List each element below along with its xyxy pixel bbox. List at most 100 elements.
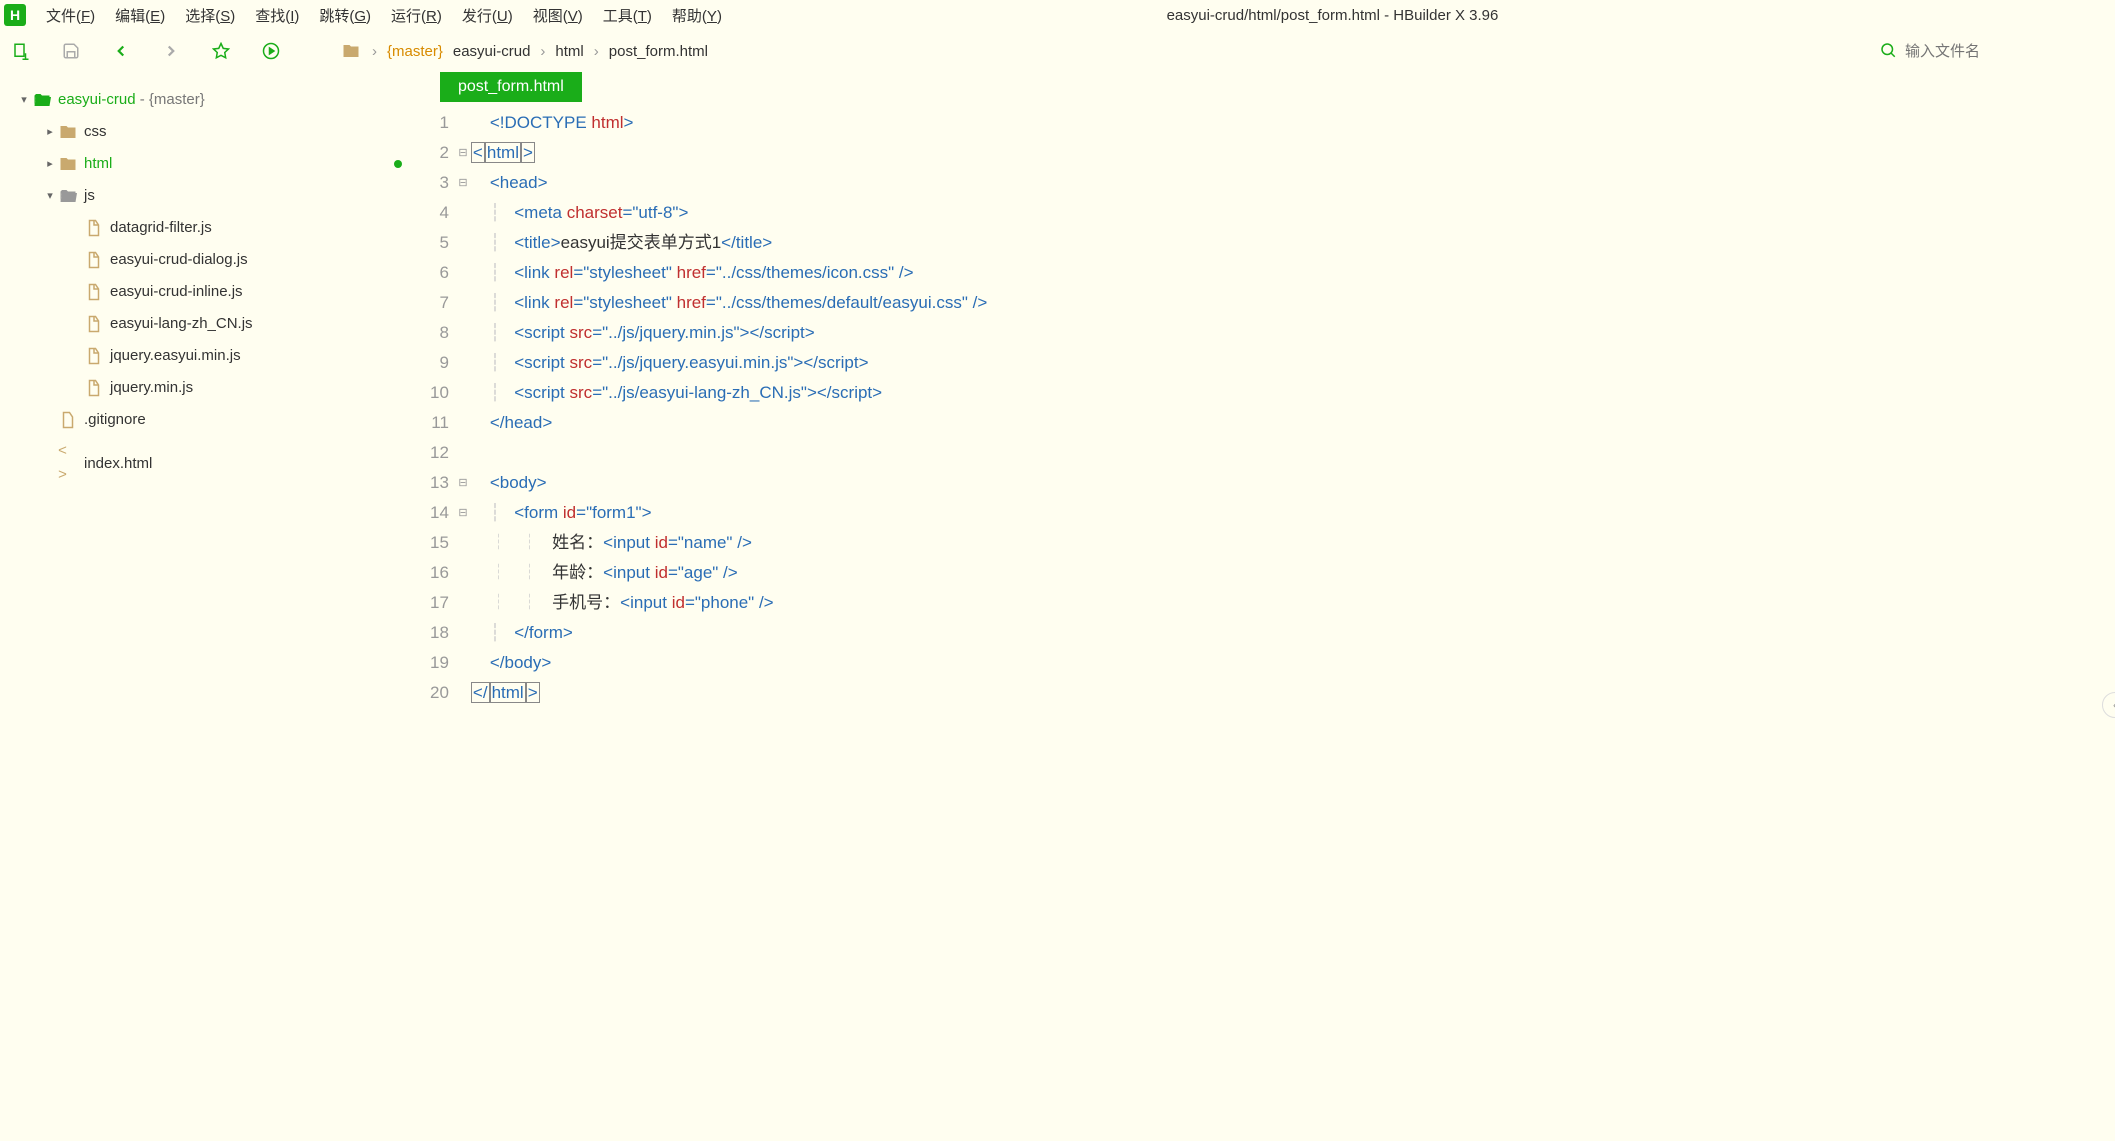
code-line[interactable]: ┆ <link rel="stylesheet" href="../css/th… [471,258,987,288]
menu-bar: H 文件(F)编辑(E)选择(S)查找(I)跳转(G)运行(R)发行(U)视图(… [0,0,2115,30]
line-number: 8 [430,318,449,348]
file-icon [84,347,104,365]
tree-item[interactable]: jquery.min.js [0,372,420,404]
search-input[interactable] [1905,43,2105,60]
menu-t[interactable]: 工具(T) [593,2,662,29]
tree-item[interactable]: ▾js [0,180,420,212]
code-line[interactable]: ┆ <script src="../js/jquery.min.js"></sc… [471,318,987,348]
code-line[interactable]: <!DOCTYPE html> [471,108,987,138]
code-line[interactable]: ┆ <script src="../js/jquery.easyui.min.j… [471,348,987,378]
code-line[interactable]: ┆ </form> [471,618,987,648]
tree-caret-icon[interactable]: ▾ [42,184,58,208]
code-line[interactable]: ┆ <link rel="stylesheet" href="../css/th… [471,288,987,318]
line-number: 7 [430,288,449,318]
forward-icon[interactable] [160,40,182,62]
file-icon [84,251,104,269]
menu-y[interactable]: 帮助(Y) [662,2,732,29]
new-file-icon[interactable] [10,40,32,62]
menu-r[interactable]: 运行(R) [381,2,452,29]
menu-i[interactable]: 查找(I) [245,2,309,29]
file-icon [84,379,104,397]
fold-toggle-icon[interactable]: ⊟ [458,177,467,189]
line-number: 16 [430,558,449,588]
line-number: 19 [430,648,449,678]
tree-item[interactable]: ▸css [0,116,420,148]
folder-open-dim-icon [58,187,78,205]
tree-label: easyui-crud-inline.js [110,280,243,304]
chevron-right-icon: › [540,43,545,60]
tree-item[interactable]: ▾easyui-crud - {master} [0,84,420,116]
code-line[interactable] [471,438,987,468]
breadcrumb-seg-1[interactable]: html [555,43,583,60]
search-icon [1879,41,1897,62]
menu-s[interactable]: 选择(S) [175,2,245,29]
modified-indicator-icon [394,160,402,168]
tree-item[interactable]: .gitignore [0,404,420,436]
tab-strip: post_form.html [420,72,2115,102]
tree-item[interactable]: ▸ html [0,148,420,180]
file-explorer[interactable]: ▾easyui-crud - {master}▸css▸html▾jsdatag… [0,72,420,1141]
code-content[interactable]: <!DOCTYPE html><html> <head> ┆ <meta cha… [471,108,987,1141]
tree-item[interactable]: datagrid-filter.js [0,212,420,244]
code-line[interactable]: ┆ ┆ 姓名：<input id="name" /> [471,528,987,558]
fold-toggle-icon[interactable]: ⊟ [458,147,467,159]
file-search[interactable] [1879,41,2105,62]
file-icon [84,283,104,301]
line-number: 6 [430,258,449,288]
line-number: 11 [430,408,449,438]
back-icon[interactable] [110,40,132,62]
code-line[interactable]: </head> [471,408,987,438]
code-editor[interactable]: 1234567891011121314151617181920 ⊟⊟ ⊟⊟ <!… [420,102,2115,1141]
line-number: 9 [430,348,449,378]
tree-item[interactable]: easyui-crud-dialog.js [0,244,420,276]
code-line[interactable]: <head> [471,168,987,198]
breadcrumb-branch[interactable]: {master} [387,43,443,60]
file-icon [84,315,104,333]
tree-caret-icon[interactable]: ▸ [42,152,58,176]
app-logo-icon: H [4,4,26,26]
code-line[interactable]: ┆ <form id="form1"> [471,498,987,528]
menu-e[interactable]: 编辑(E) [105,2,175,29]
breadcrumb-seg-0[interactable]: easyui-crud [453,43,531,60]
tree-item[interactable]: jquery.easyui.min.js [0,340,420,372]
fold-toggle-icon[interactable]: ⊟ [458,477,467,489]
star-icon[interactable] [210,40,232,62]
folder-closed-icon [58,123,78,141]
fold-gutter[interactable]: ⊟ ⊟ ⊟ ⊟ [455,108,471,1141]
window-title: easyui-crud/html/post_form.html - HBuild… [1167,7,1679,24]
line-number: 1 [430,108,449,138]
file-code-icon: < > [58,440,78,488]
tree-label: jquery.easyui.min.js [110,344,241,368]
menu-v[interactable]: 视图(V) [523,2,593,29]
tree-item[interactable]: easyui-lang-zh_CN.js [0,308,420,340]
file-doc-icon [58,411,78,429]
tree-label: .gitignore [84,408,146,432]
code-line[interactable]: ┆ <title>easyui提交表单方式1</title> [471,228,987,258]
tree-caret-icon[interactable]: ▸ [42,120,58,144]
tab-active[interactable]: post_form.html [440,72,582,102]
code-line[interactable]: ┆ ┆ 年龄：<input id="age" /> [471,558,987,588]
fold-toggle-icon[interactable]: ⊟ [458,507,467,519]
tree-label: html [84,152,112,176]
breadcrumb-seg-2[interactable]: post_form.html [609,43,708,60]
menu-g[interactable]: 跳转(G) [309,2,381,29]
code-line[interactable]: <html> [471,138,987,168]
code-line[interactable]: </html> [471,678,987,708]
code-line[interactable]: ┆ <script src="../js/easyui-lang-zh_CN.j… [471,378,987,408]
menu-f[interactable]: 文件(F) [36,2,105,29]
save-icon[interactable] [60,40,82,62]
tree-label: easyui-crud-dialog.js [110,248,248,272]
tree-caret-icon[interactable]: ▾ [16,88,32,112]
code-line[interactable]: ┆ <meta charset="utf-8"> [471,198,987,228]
tree-item[interactable]: < > index.html [0,436,420,492]
code-line[interactable]: </body> [471,648,987,678]
folder-icon[interactable] [340,40,362,62]
tree-item[interactable]: easyui-crud-inline.js [0,276,420,308]
code-line[interactable]: ┆ ┆ 手机号：<input id="phone" /> [471,588,987,618]
menu-u[interactable]: 发行(U) [452,2,523,29]
code-line[interactable]: <body> [471,468,987,498]
tree-label: index.html [84,452,152,476]
line-number: 17 [430,588,449,618]
tree-label: jquery.min.js [110,376,193,400]
run-icon[interactable] [260,40,282,62]
